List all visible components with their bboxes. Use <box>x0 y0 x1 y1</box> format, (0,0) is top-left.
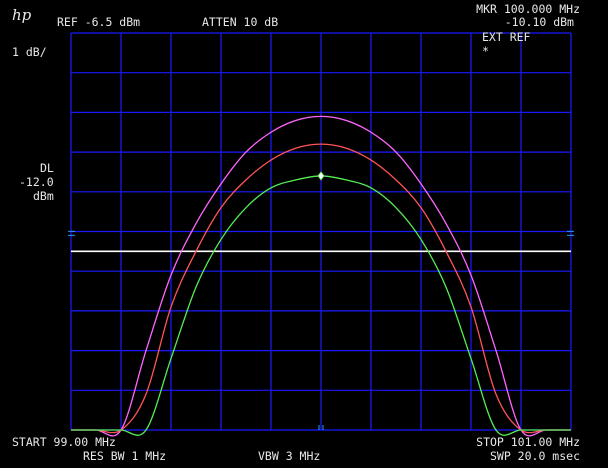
stop-frequency: STOP 101.00 MHz <box>476 435 580 449</box>
video-bandwidth: VBW 3 MHz <box>258 449 321 463</box>
start-frequency: START 99.00 MHz <box>12 435 116 449</box>
resolution-bandwidth: RES BW 1 MHz <box>83 449 167 463</box>
spectrum-display <box>68 32 574 437</box>
ext-ref-indicator: EXT REF <box>482 30 531 44</box>
scale-per-division: 1 dB/ <box>12 45 47 59</box>
marker <box>317 171 325 181</box>
marker-level: -10.10 dBm <box>504 15 574 29</box>
display-line-unit: dBm <box>33 189 54 203</box>
display-line-label: DL <box>40 161 54 175</box>
status-star: * <box>482 44 489 58</box>
reference-level: REF -6.5 dBm <box>57 15 141 29</box>
sweep-time: SWP 20.0 msec <box>489 449 580 463</box>
attenuation: ATTEN 10 dB <box>202 15 279 29</box>
marker-diamond <box>317 171 325 181</box>
graticule <box>70 32 572 431</box>
hp-logo: hp <box>12 6 32 24</box>
display-line-value: -12.0 <box>19 175 54 189</box>
